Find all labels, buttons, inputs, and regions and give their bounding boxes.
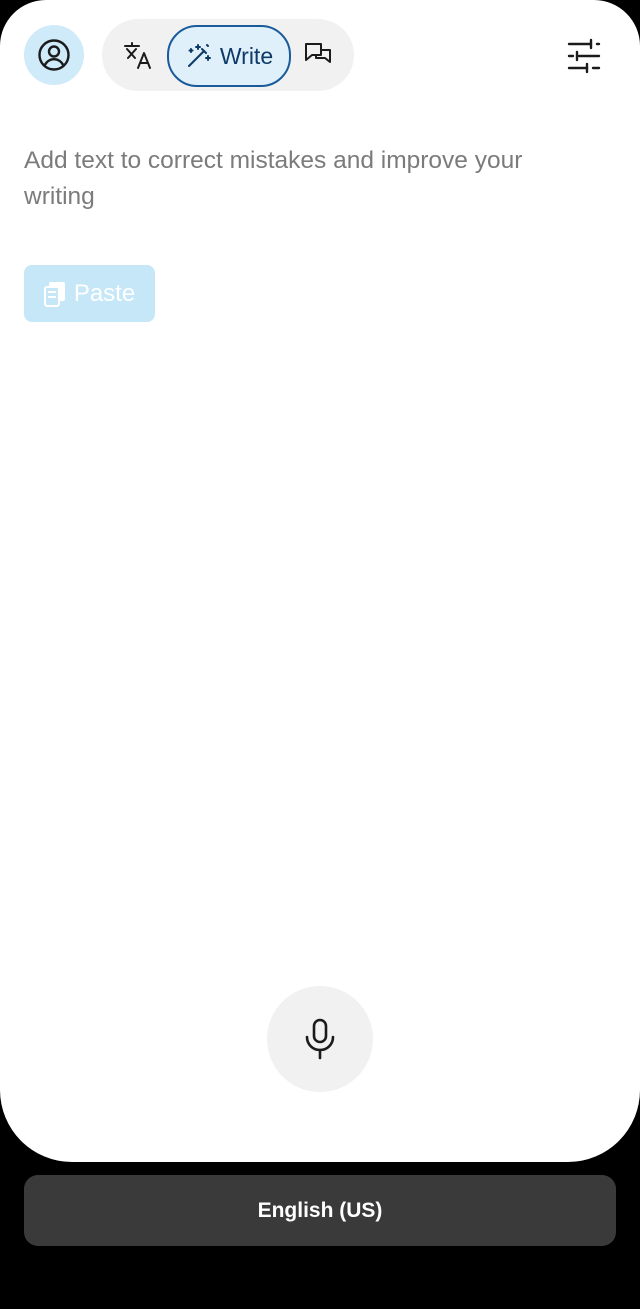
- write-mode-label: Write: [219, 42, 274, 69]
- language-label: English (US): [257, 1198, 383, 1222]
- magic-wand-icon: [185, 42, 213, 70]
- main-sheet: Write Add text to correct mistakes and i…: [0, 0, 640, 1162]
- translate-icon: [122, 39, 154, 71]
- settings-button[interactable]: [562, 34, 606, 78]
- user-circle-icon: [37, 38, 71, 72]
- sliders-icon: [567, 38, 601, 74]
- paste-button[interactable]: Paste: [24, 265, 155, 322]
- paste-label: Paste: [73, 279, 136, 307]
- chat-bubbles-icon: [302, 39, 334, 71]
- microphone-icon: [303, 1018, 337, 1060]
- language-selector[interactable]: English (US): [24, 1175, 616, 1246]
- mode-switcher: Write: [102, 19, 354, 91]
- microphone-button[interactable]: [267, 986, 373, 1092]
- clipboard-icon: [43, 281, 66, 307]
- write-mode-tab[interactable]: Write: [167, 25, 291, 87]
- chat-mode-button[interactable]: [298, 35, 338, 75]
- account-button[interactable]: [24, 25, 84, 85]
- text-input-placeholder[interactable]: Add text to correct mistakes and improve…: [24, 143, 534, 215]
- translate-mode-button[interactable]: [118, 35, 158, 75]
